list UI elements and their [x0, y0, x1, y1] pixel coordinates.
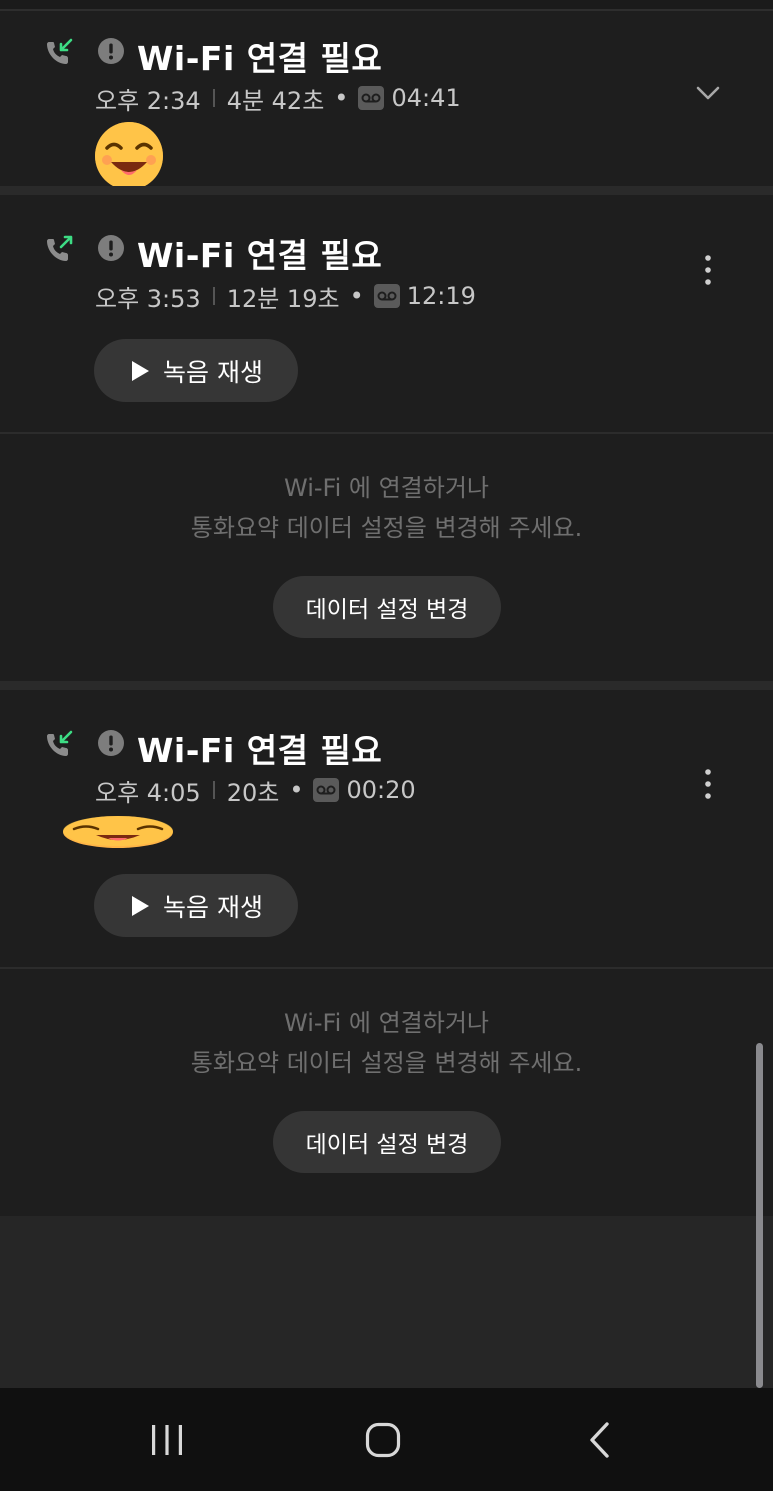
- call-title: Wi-Fi 연결 필요: [137, 39, 383, 78]
- change-data-settings-button[interactable]: 데이터 설정 변경: [273, 576, 501, 638]
- play-icon: [132, 895, 150, 916]
- separator: [212, 781, 215, 799]
- incoming-call-icon: [47, 38, 73, 64]
- more-vertical-icon[interactable]: [700, 767, 716, 801]
- alert-circle-icon: [98, 730, 124, 756]
- back-icon[interactable]: [575, 1418, 625, 1462]
- empty-area: [0, 1216, 773, 1388]
- laughing-emoji-sticker: [63, 816, 173, 848]
- play-recording-label: 녹음 재생: [163, 357, 263, 387]
- incoming-call-icon: [47, 730, 73, 756]
- call-title: Wi-Fi 연결 필요: [137, 236, 383, 275]
- call-time: 오후 2:34: [95, 86, 201, 115]
- recording-length: 04:41: [391, 84, 461, 112]
- call-time: 오후 4:05: [95, 778, 201, 807]
- notice-line-2: 통화요약 데이터 설정을 변경해 주세요.: [190, 1049, 583, 1077]
- voicemail-icon: [373, 284, 400, 308]
- voicemail-icon: [313, 778, 340, 802]
- alert-circle-icon: [98, 235, 124, 261]
- recent-apps-icon[interactable]: [142, 1418, 192, 1462]
- scrollbar[interactable]: [756, 1043, 763, 1388]
- play-icon: [132, 360, 150, 381]
- section-gap: [0, 681, 773, 690]
- wifi-notice: Wi-Fi 에 연결하거나 통화요약 데이터 설정을 변경해 주세요.: [0, 468, 773, 548]
- call-duration: 12분 19초: [226, 284, 340, 313]
- call-time: 오후 3:53: [95, 284, 201, 313]
- notice-line-1: Wi-Fi 에 연결하거나: [284, 474, 489, 502]
- recording-length: 12:19: [406, 282, 476, 310]
- play-recording-button[interactable]: 녹음 재생: [94, 874, 298, 937]
- outgoing-call-icon: [47, 235, 73, 261]
- divider: [0, 967, 773, 969]
- divider: [0, 432, 773, 434]
- notice-line-2: 통화요약 데이터 설정을 변경해 주세요.: [190, 514, 583, 542]
- recording-length: 00:20: [346, 776, 416, 804]
- more-vertical-icon[interactable]: [700, 253, 716, 287]
- bullet: •: [289, 776, 304, 804]
- chevron-down-icon[interactable]: [695, 84, 721, 102]
- home-icon[interactable]: [358, 1418, 408, 1462]
- bullet: •: [334, 84, 349, 112]
- section-gap: [0, 186, 773, 195]
- call-history-screen: Wi-Fi 연결 필요 오후 2:34 4분 42초 • 04:41 Wi-Fi…: [0, 0, 773, 1491]
- voicemail-icon: [358, 86, 385, 110]
- change-data-settings-button[interactable]: 데이터 설정 변경: [273, 1111, 501, 1173]
- call-duration: 20초: [226, 778, 280, 807]
- wifi-notice: Wi-Fi 에 연결하거나 통화요약 데이터 설정을 변경해 주세요.: [0, 1003, 773, 1083]
- call-meta: 오후 3:53 12분 19초 • 12:19: [95, 281, 476, 313]
- notice-line-1: Wi-Fi 에 연결하거나: [284, 1009, 489, 1037]
- call-title: Wi-Fi 연결 필요: [137, 731, 383, 770]
- navigation-bar: [0, 1388, 773, 1491]
- alert-circle-icon: [98, 38, 124, 64]
- separator: [212, 287, 215, 305]
- call-duration: 4분 42초: [226, 86, 325, 115]
- play-recording-button[interactable]: 녹음 재생: [94, 339, 298, 402]
- call-meta: 오후 2:34 4분 42초 • 04:41: [95, 83, 461, 115]
- separator: [212, 89, 215, 107]
- play-recording-label: 녹음 재생: [163, 892, 263, 922]
- bullet: •: [349, 282, 364, 310]
- call-meta: 오후 4:05 20초 • 00:20: [95, 775, 416, 807]
- smiling-emoji-sticker: [95, 122, 163, 190]
